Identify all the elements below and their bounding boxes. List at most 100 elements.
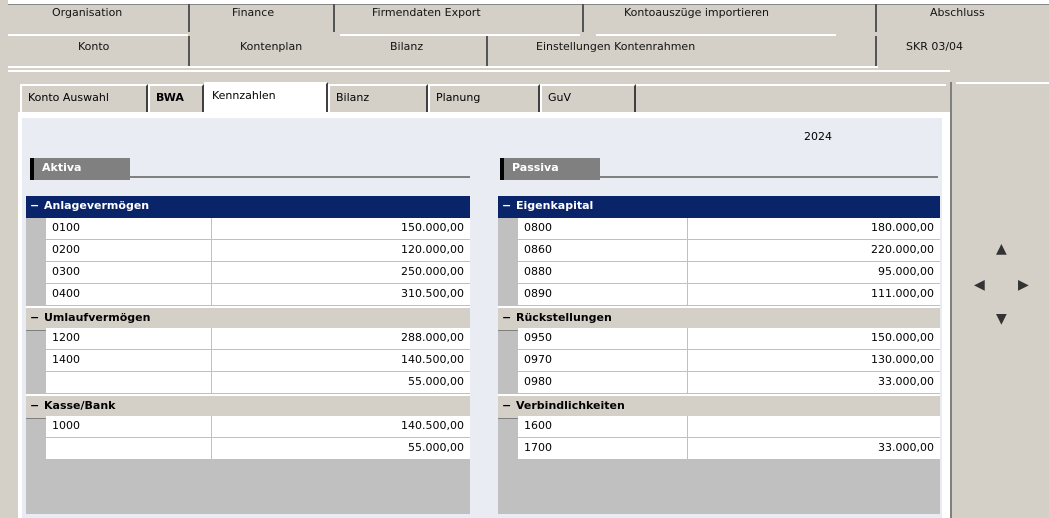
side-panel-border	[956, 82, 1049, 84]
grid-row-value[interactable]: 150.000,00	[688, 328, 940, 350]
grid-row[interactable]: 0100 150.000,00	[26, 218, 470, 240]
page-tab-bwa[interactable]: BWA	[148, 84, 204, 112]
content-top-border	[8, 70, 950, 72]
page-tab-bilanz[interactable]: Bilanz	[328, 84, 428, 112]
grid-row[interactable]: 0200 120.000,00	[26, 240, 470, 262]
grid-category-label: Eigenkapital	[516, 199, 594, 212]
grid-row-label: 0200	[46, 240, 212, 262]
collapse-icon[interactable]: −	[502, 199, 511, 212]
grid-row-value[interactable]: 33.000,00	[688, 372, 940, 394]
grid-row-label: 0980	[518, 372, 688, 394]
top-tab-firmendaten[interactable]: Firmendaten Export	[372, 6, 481, 19]
top-tab-bilanz[interactable]: Bilanz	[390, 40, 423, 53]
property-grid-aktiva[interactable]: − Anlagevermögen 0100 150.000,00 0200 120.000…	[26, 196, 470, 514]
tab-row-line	[8, 34, 188, 36]
grid-row-label	[46, 372, 212, 394]
period-label: 2024	[804, 130, 832, 143]
grid-row-value[interactable]: 310.500,00	[212, 284, 470, 306]
grid-category-label: Anlagevermögen	[44, 199, 150, 212]
grid-row-value[interactable]: 55.000,00	[212, 438, 470, 460]
grid-row-label: 1400	[46, 350, 212, 372]
grid-row-value[interactable]	[688, 416, 940, 438]
tab-divider	[486, 36, 488, 66]
grid-row-value[interactable]: 150.000,00	[212, 218, 470, 240]
grid-row[interactable]: 1000 140.500,00	[26, 416, 470, 438]
tab-divider	[333, 4, 335, 32]
grid-row[interactable]: 0880 95.000,00	[498, 262, 940, 284]
scroll-right-icon[interactable]: ▶	[1018, 278, 1029, 292]
scroll-down-icon[interactable]: ▼	[996, 312, 1007, 326]
tab-divider	[582, 4, 584, 32]
top-tab-organisation[interactable]: Organisation	[52, 6, 122, 19]
grid-category-label: Kasse/Bank	[44, 399, 116, 412]
grid-row-value[interactable]: 140.500,00	[212, 416, 470, 438]
side-panel: ▲ ◀ ▶ ▼	[950, 82, 1049, 518]
page-tab-planung[interactable]: Planung	[428, 84, 540, 112]
scroll-left-icon[interactable]: ◀	[974, 278, 985, 292]
grid-row[interactable]: 0970 130.000,00	[498, 350, 940, 372]
grid-row[interactable]: 0950 150.000,00	[498, 328, 940, 350]
grid-row[interactable]: 55.000,00	[26, 438, 470, 460]
group-title-aktiva: Aktiva	[30, 158, 130, 180]
collapse-icon[interactable]: −	[30, 199, 39, 212]
grid-row-label: 0970	[518, 350, 688, 372]
grid-row-value[interactable]: 140.500,00	[212, 350, 470, 372]
grid-row[interactable]: 0400 310.500,00	[26, 284, 470, 306]
grid-row-value[interactable]: 55.000,00	[212, 372, 470, 394]
grid-row-value[interactable]: 220.000,00	[688, 240, 940, 262]
grid-row[interactable]: 0300 250.000,00	[26, 262, 470, 284]
tab-row-line	[340, 34, 580, 36]
grid-row[interactable]: 1200 288.000,00	[26, 328, 470, 350]
grid-row-label: 1200	[46, 328, 212, 350]
page-tab-kennzahlen[interactable]: Kennzahlen	[204, 82, 328, 114]
top-tab-kontoauszuege[interactable]: Kontoauszüge importieren	[624, 6, 769, 19]
tab-strip-end	[636, 84, 946, 86]
grid-row-value[interactable]: 288.000,00	[212, 328, 470, 350]
grid-row[interactable]: 0890 111.000,00	[498, 284, 940, 306]
grid-row-value[interactable]: 130.000,00	[688, 350, 940, 372]
grid-row[interactable]: 0800 180.000,00	[498, 218, 940, 240]
grid-category-label: Verbindlichkeiten	[516, 399, 625, 412]
top-tab-konto[interactable]: Konto	[78, 40, 109, 53]
grid-category[interactable]: − Anlagevermögen	[26, 196, 470, 218]
tab-row-line	[596, 34, 836, 36]
property-grid-passiva[interactable]: − Eigenkapital 0800 180.000,00 0860 220.000,0…	[498, 196, 940, 514]
grid-row-label: 0100	[46, 218, 212, 240]
grid-row-value[interactable]: 120.000,00	[212, 240, 470, 262]
grid-row-value[interactable]: 33.000,00	[688, 438, 940, 460]
tab-divider	[188, 36, 190, 66]
top-tab-abschluss[interactable]: Abschluss	[930, 6, 985, 19]
grid-category-label: Umlaufvermögen	[44, 311, 151, 324]
top-tab-skr[interactable]: SKR 03/04	[906, 40, 963, 53]
grid-row-label: 1700	[518, 438, 688, 460]
grid-row-value[interactable]: 95.000,00	[688, 262, 940, 284]
grid-row[interactable]: 1600	[498, 416, 940, 438]
grid-row[interactable]: 0860 220.000,00	[498, 240, 940, 262]
tab-divider	[188, 4, 190, 32]
collapse-icon[interactable]: −	[30, 399, 39, 412]
group-line	[130, 176, 470, 178]
grid-row[interactable]: 55.000,00	[26, 372, 470, 394]
scroll-up-icon[interactable]: ▲	[996, 242, 1007, 256]
grid-row-label: 0400	[46, 284, 212, 306]
page-tab-konto-auswahl[interactable]: Konto Auswahl	[20, 84, 148, 112]
page-tab-guv[interactable]: GuV	[540, 84, 636, 112]
top-tab-finance[interactable]: Finance	[232, 6, 274, 19]
grid-category[interactable]: − Eigenkapital	[498, 196, 940, 218]
grid-row-label	[46, 438, 212, 460]
grid-row-label: 1000	[46, 416, 212, 438]
top-tab-kontenplan[interactable]: Kontenplan	[240, 40, 302, 53]
grid-row-value[interactable]: 111.000,00	[688, 284, 940, 306]
top-tab-einstellungen[interactable]: Einstellungen Kontenrahmen	[536, 40, 695, 53]
grid-row[interactable]: 1400 140.500,00	[26, 350, 470, 372]
grid-row-label: 0300	[46, 262, 212, 284]
grid-row-value[interactable]: 180.000,00	[688, 218, 940, 240]
grid-row[interactable]: 1700 33.000,00	[498, 438, 940, 460]
grid-row[interactable]: 0980 33.000,00	[498, 372, 940, 394]
top-tab-strip-border	[8, 0, 1049, 5]
grid-row-value[interactable]: 250.000,00	[212, 262, 470, 284]
grid-row-label: 1600	[518, 416, 688, 438]
collapse-icon[interactable]: −	[502, 399, 511, 412]
collapse-icon[interactable]: −	[502, 311, 511, 324]
collapse-icon[interactable]: −	[30, 311, 39, 324]
